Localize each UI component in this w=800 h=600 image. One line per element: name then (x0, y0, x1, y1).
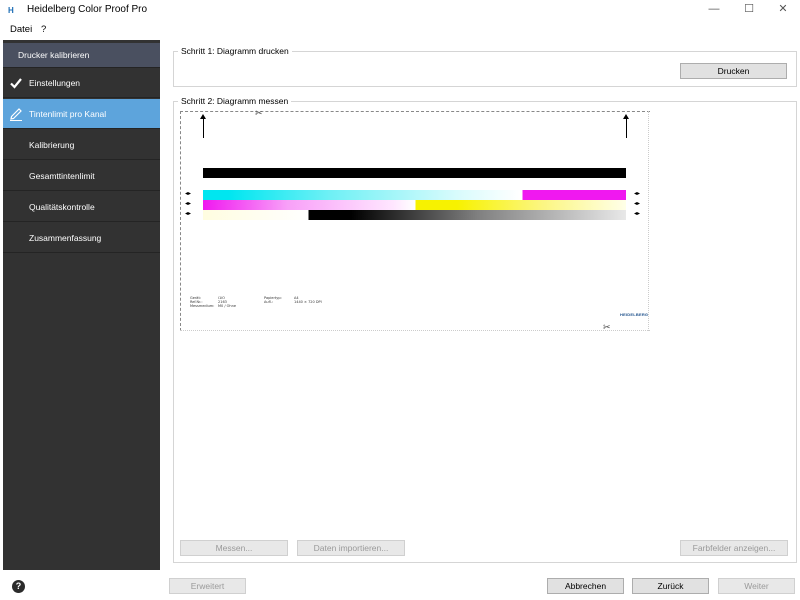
chart-meta-left-labels: Gerät: Ref.Nr.: Messmedium: (190, 296, 215, 308)
window-title: Heidelberg Color Proof Pro (27, 4, 148, 15)
sidebar-header-label: Drucker kalibrieren (18, 50, 90, 60)
sidebar-item-qualitaetskontrolle[interactable]: Qualitätskontrolle (3, 192, 160, 222)
sidebar: Drucker kalibrieren Einstellungen Tinten… (3, 40, 160, 570)
chart-meta-right-values: A4 1440 × 720 DPI (294, 296, 322, 304)
heidelberg-logo: HEIDELBERG (620, 312, 649, 317)
magenta-strip (203, 200, 626, 210)
chart-border-bottom (180, 330, 650, 331)
cyan-strip (203, 190, 626, 200)
pencil-icon (10, 108, 22, 121)
sidebar-item-label: Tintenlimit pro Kanal (29, 109, 107, 119)
feed-arrow-left (203, 118, 204, 138)
sidebar-item-tintenlimit[interactable]: Tintenlimit pro Kanal (3, 99, 160, 129)
show-patches-button[interactable]: Farbfelder anzeigen... (680, 540, 788, 556)
menu-file[interactable]: Datei (10, 24, 32, 35)
step1-title: Schritt 1: Diagramm drucken (178, 46, 292, 56)
maximize-button[interactable]: ☐ (732, 0, 766, 20)
chevron-left-icon: ◂▸ (185, 191, 192, 197)
chevron-right-icon: ◂▸ (634, 191, 641, 197)
chevron-left-icon: ◂▸ (185, 211, 192, 217)
chart-border-right (648, 111, 649, 331)
step2-title: Schritt 2: Diagramm messen (178, 96, 292, 106)
sidebar-header: Drucker kalibrieren (3, 43, 160, 68)
print-button[interactable]: Drucken (680, 63, 787, 79)
menu-bar: Datei ? (0, 22, 800, 39)
import-data-button[interactable]: Daten importieren... (297, 540, 405, 556)
sidebar-item-gesamttintenlimit[interactable]: Gesamttintenlimit (3, 161, 160, 191)
chart-meta-right-labels: Papiertyp: Aufl.: (264, 296, 282, 304)
sidebar-item-einstellungen[interactable]: Einstellungen (3, 68, 160, 98)
menu-help[interactable]: ? (41, 24, 46, 35)
advanced-button[interactable]: Erweitert (169, 578, 246, 594)
sidebar-item-zusammenfassung[interactable]: Zusammenfassung (3, 223, 160, 253)
app-logo-icon: H (8, 6, 14, 15)
arrow-up-icon (200, 114, 206, 119)
yellow-black-strip (203, 210, 626, 220)
chevron-right-icon: ◂▸ (634, 211, 641, 217)
sidebar-item-label: Kalibrierung (29, 140, 75, 150)
sidebar-item-label: Zusammenfassung (29, 233, 102, 243)
feed-arrow-right (626, 118, 627, 138)
scissors-icon: ✂ (255, 108, 263, 118)
measure-button[interactable]: Messen... (180, 540, 288, 556)
chart-meta-left-values: i1iO 2163 M0 / Ohne (218, 296, 236, 308)
help-icon[interactable]: ? (12, 580, 25, 593)
chart-preview (180, 111, 650, 331)
cancel-button[interactable]: Abbrechen (547, 578, 624, 594)
checkmark-icon (10, 78, 22, 89)
minimize-button[interactable]: — (697, 0, 731, 20)
black-calibration-bar (203, 168, 626, 178)
sidebar-item-label: Gesamttintenlimit (29, 171, 95, 181)
next-button[interactable]: Weiter (718, 578, 795, 594)
chevron-left-icon: ◂▸ (185, 201, 192, 207)
close-button[interactable]: ✕ (766, 0, 800, 20)
back-button[interactable]: Zurück (632, 578, 709, 594)
sidebar-item-label: Qualitätskontrolle (29, 202, 95, 212)
sidebar-item-kalibrierung[interactable]: Kalibrierung (3, 130, 160, 160)
arrow-up-icon (623, 114, 629, 119)
sidebar-item-label: Einstellungen (29, 78, 81, 88)
scissors-icon: ✂ (603, 322, 611, 332)
title-bar: H Heidelberg Color Proof Pro — ☐ ✕ (0, 0, 800, 22)
chevron-right-icon: ◂▸ (634, 201, 641, 207)
